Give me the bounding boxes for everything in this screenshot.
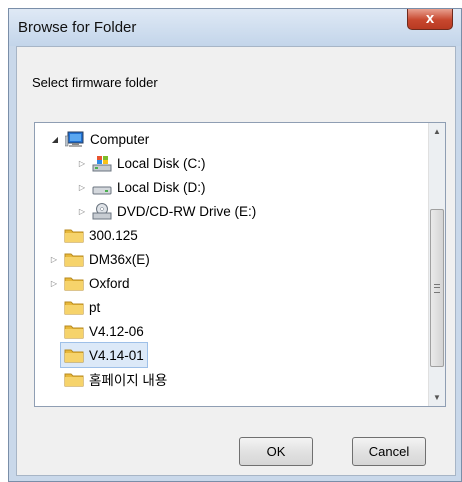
tree-item-label: DM36x(E) <box>89 251 150 267</box>
tree-item-label: pt <box>89 299 101 315</box>
dialog-body: Select firmware folder ◢ Computer ▷ Loca… <box>16 46 456 476</box>
folder-icon <box>64 251 84 268</box>
tree-item-folder-v4-12-06[interactable]: V4.12-06 <box>64 319 144 343</box>
folder-icon <box>64 227 84 244</box>
dialog-title: Browse for Folder <box>18 19 137 36</box>
tree-item-folder-dm36x[interactable]: ▷ DM36x(E) <box>49 247 150 271</box>
windows-drive-icon <box>92 155 112 172</box>
tree-item-label: Local Disk (C:) <box>117 155 206 171</box>
tree-item-local-disk-d[interactable]: ▷ Local Disk (D:) <box>77 175 206 199</box>
tree-item-computer[interactable]: ◢ Computer <box>50 127 149 151</box>
dialog-description: Select firmware folder <box>32 75 158 90</box>
dvd-drive-icon <box>92 202 112 220</box>
tree-item-folder-pt[interactable]: pt <box>64 295 100 319</box>
close-button[interactable]: x <box>407 9 453 30</box>
grip-icon <box>434 284 440 293</box>
tree-item-dvd-drive[interactable]: ▷ DVD/CD-RW Drive (E:) <box>77 199 256 223</box>
tree-item-label: Local Disk (D:) <box>117 179 206 195</box>
tree-item-label: 홈페이지 내용 <box>89 373 168 388</box>
scrollbar-thumb[interactable] <box>430 209 444 367</box>
collapse-arrow-icon[interactable]: ◢ <box>50 135 60 144</box>
vertical-scrollbar[interactable]: ▲ ▼ <box>428 123 445 406</box>
expand-arrow-icon[interactable]: ▷ <box>77 183 87 192</box>
tree-item-label: Computer <box>90 131 150 147</box>
folder-icon <box>64 371 84 388</box>
tree-item-folder-v4-14-01[interactable]: V4.14-01 <box>60 342 148 368</box>
tree-item-label: DVD/CD-RW Drive (E:) <box>117 203 257 219</box>
tree-item-folder-homepage-content[interactable]: 홈페이지 내용 <box>64 367 167 391</box>
folder-icon <box>64 347 84 364</box>
folder-icon <box>64 299 84 316</box>
folder-icon <box>64 275 84 292</box>
title-bar[interactable]: Browse for Folder x <box>9 9 461 46</box>
expand-arrow-icon[interactable]: ▷ <box>49 255 59 264</box>
scroll-down-arrow-icon[interactable]: ▼ <box>429 389 445 406</box>
tree-item-folder-300-125[interactable]: 300.125 <box>64 223 138 247</box>
tree-item-label: V4.14-01 <box>89 347 144 363</box>
tree-item-folder-oxford[interactable]: ▷ Oxford <box>49 271 130 295</box>
tree-item-label: V4.12-06 <box>89 323 144 339</box>
expand-arrow-icon[interactable]: ▷ <box>77 159 87 168</box>
scroll-up-arrow-icon[interactable]: ▲ <box>429 123 445 140</box>
tree-item-local-disk-c[interactable]: ▷ Local Disk (C:) <box>77 151 206 175</box>
folder-tree[interactable]: ◢ Computer ▷ Local Disk (C:) ▷ Local Dis… <box>34 122 446 407</box>
expand-arrow-icon[interactable]: ▷ <box>49 279 59 288</box>
tree-item-label: Oxford <box>89 275 130 291</box>
folder-icon <box>64 323 84 340</box>
expand-arrow-icon[interactable]: ▷ <box>77 207 87 216</box>
tree-item-label: 300.125 <box>89 227 138 243</box>
computer-icon <box>64 131 85 148</box>
ok-button[interactable]: OK <box>239 437 313 466</box>
cancel-button[interactable]: Cancel <box>352 437 426 466</box>
drive-icon <box>92 179 112 196</box>
browse-for-folder-dialog: Browse for Folder x Select firmware fold… <box>8 8 462 482</box>
